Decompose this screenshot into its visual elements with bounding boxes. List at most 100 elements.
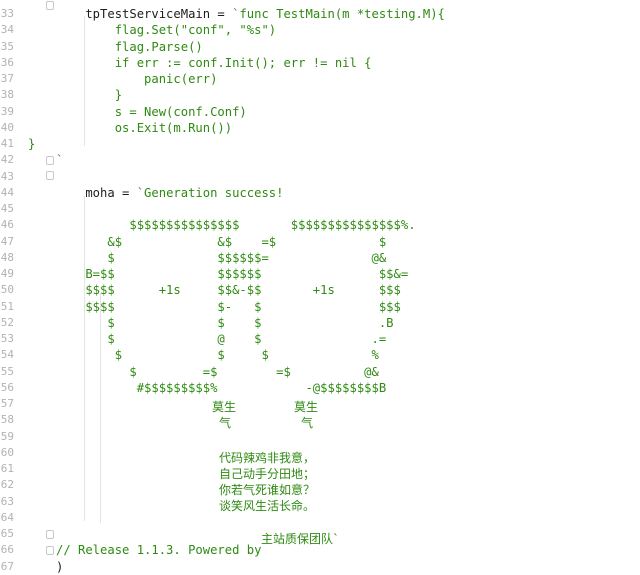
fold-toggle-icon[interactable] (46, 156, 54, 165)
code-text: } (28, 136, 35, 152)
line-number: 53 (0, 332, 14, 345)
code-line[interactable]: 59 (0, 429, 640, 445)
code-string: ) (56, 559, 64, 574)
code-string: $$$$ $- $ $$$ (56, 299, 401, 314)
line-number: 56 (0, 380, 14, 394)
code-text: $ $ $ .B (56, 315, 394, 331)
code-line[interactable]: 33 tpTestServiceMain = `func TestMain(m … (0, 6, 640, 22)
line-number: 58 (0, 413, 14, 427)
indent-guide (84, 16, 85, 146)
code-line[interactable]: 40 os.Exit(m.Run()) (0, 120, 640, 136)
line-number: 37 (0, 72, 14, 85)
code-line[interactable]: 67) (0, 559, 640, 575)
line-number: 48 (0, 250, 14, 264)
code-line[interactable]: 57 (0, 396, 640, 412)
code-string: $ $$$$$$= @& (56, 250, 387, 265)
code-line[interactable]: 48 $ $$$$$$= @& (0, 250, 640, 266)
line-number: 47 (0, 234, 14, 248)
line-number: 64 (0, 510, 14, 524)
line-number: 43 (0, 169, 14, 183)
line-number: 40 (0, 120, 14, 134)
line-number: 51 (0, 299, 14, 313)
line-number: 34 (0, 23, 14, 37)
line-number: 62 (0, 478, 14, 492)
mosheng-left-line2: 气 (219, 416, 232, 430)
code-string: panic(err) (56, 72, 218, 86)
code-line[interactable]: 41} (0, 136, 640, 152)
indent-guide (100, 293, 101, 523)
code-line[interactable]: 43 (0, 169, 640, 185)
fold-toggle-icon[interactable] (46, 171, 54, 180)
code-identifier: tpTestServiceMain = (56, 7, 233, 21)
code-line[interactable]: 53 $ @ $ .= (0, 331, 640, 347)
code-text: $ @ $ .= (56, 331, 386, 347)
code-string: #$$$$$$$$$% -@$$$$$$$$B (56, 380, 387, 395)
code-line[interactable]: 36 if err := conf.Init(); err != nil { (0, 55, 640, 71)
code-line[interactable]: 42 ` (0, 152, 640, 168)
line-number: 41 (0, 137, 14, 150)
code-line[interactable]: 34 flag.Set("conf", "%s") (0, 22, 640, 38)
code-line[interactable]: 58 (0, 412, 640, 428)
poem-line4: 谈笑风生活长命。 (219, 499, 316, 513)
code-line[interactable]: 45 (0, 201, 640, 217)
code-text: ) (56, 559, 63, 575)
fold-toggle-icon[interactable] (46, 546, 54, 555)
code-line[interactable]: 35 flag.Parse() (0, 39, 640, 55)
line-number: 61 (0, 462, 14, 475)
code-line[interactable]: 52 $ $ $ .B (0, 315, 640, 331)
code-string: &$ &$ =$ $ (56, 234, 387, 249)
code-line[interactable]: 38 } (0, 87, 640, 103)
code-text: } (56, 87, 122, 103)
code-line[interactable]: 62 (0, 477, 640, 493)
code-line[interactable]: 61 (0, 461, 640, 477)
code-line[interactable]: 55 $ =$ =$ @& (0, 364, 640, 380)
fold-toggle-icon[interactable] (46, 530, 54, 539)
code-line[interactable]: 44 moha = `Generation success! (0, 185, 640, 201)
line-number: 63 (0, 494, 14, 508)
fold-toggle-icon[interactable] (46, 1, 54, 10)
code-line[interactable]: 46 $$$$$$$$$$$$$$$ $$$$$$$$$$$$$$$%. (0, 217, 640, 233)
code-line[interactable]: 49 B=$$ $$$$$$ $$&= (0, 266, 640, 282)
code-line[interactable]: 54 $ $ $ % (0, 347, 640, 363)
code-line[interactable]: 47 &$ &$ =$ $ (0, 234, 640, 250)
line-number: 60 (0, 445, 14, 459)
code-text: $$$$ +1s $$&-$$ +1s $$$ (56, 282, 401, 298)
code-text: tpTestServiceMain = `func TestMain(m *te… (56, 6, 445, 22)
code-line[interactable]: 60 (0, 445, 640, 461)
line-number: 67 (0, 559, 14, 573)
code-string: B=$$ $$$$$$ $$&= (56, 267, 409, 281)
code-text: if err := conf.Init(); err != nil { (56, 55, 372, 71)
line-number: 33 (0, 7, 14, 20)
code-text: &$ &$ =$ $ (56, 234, 386, 250)
code-text: #$$$$$$$$$% -@$$$$$$$$B (56, 380, 386, 396)
code-string: $$$$ +1s $$&-$$ +1s $$$ (56, 283, 401, 298)
code-string: ` (56, 153, 64, 168)
code-editor[interactable]: 33 tpTestServiceMain = `func TestMain(m … (0, 0, 640, 575)
code-string: $ =$ =$ @& (56, 364, 379, 379)
line-number: 52 (0, 315, 14, 329)
code-text: $$$$$$$$$$$$$$$ $$$$$$$$$$$$$$$%. (56, 217, 416, 233)
line-number: 46 (0, 218, 14, 232)
code-line[interactable]: 56 #$$$$$$$$$% -@$$$$$$$$B (0, 380, 640, 396)
indent-guide (84, 196, 85, 521)
code-line[interactable]: 39 s = New(conf.Conf) (0, 104, 640, 120)
code-line[interactable]: 63 (0, 494, 640, 510)
code-line[interactable]: 64 (0, 510, 640, 526)
team-name: 主站质保团队` (261, 532, 340, 546)
code-line[interactable]: 50 $$$$ +1s $$&-$$ +1s $$$ (0, 282, 640, 298)
line-number: 38 (0, 88, 14, 102)
code-string: $$$$$$$$$$$$$$$ $$$$$$$$$$$$$$$%. (56, 218, 416, 233)
code-text: flag.Set("conf", "%s") (56, 22, 276, 38)
code-text: $ $$$$$$= @& (56, 250, 386, 266)
code-string: os.Exit(m.Run()) (56, 120, 233, 135)
code-text: ` (56, 152, 63, 168)
line-number: 44 (0, 185, 14, 199)
code-string: $ $ $ .B (56, 315, 394, 330)
code-text: $ $ $ % (56, 347, 379, 363)
code-line[interactable]: 51 $$$$ $- $ $$$ (0, 299, 640, 315)
code-identifier: moha = (56, 185, 137, 200)
code-string: if err := conf.Init(); err != nil { (56, 55, 372, 70)
code-line[interactable]: 37 panic(err) (0, 71, 640, 87)
code-text: $$$$ $- $ $$$ (56, 299, 401, 315)
code-text: os.Exit(m.Run()) (56, 120, 232, 136)
